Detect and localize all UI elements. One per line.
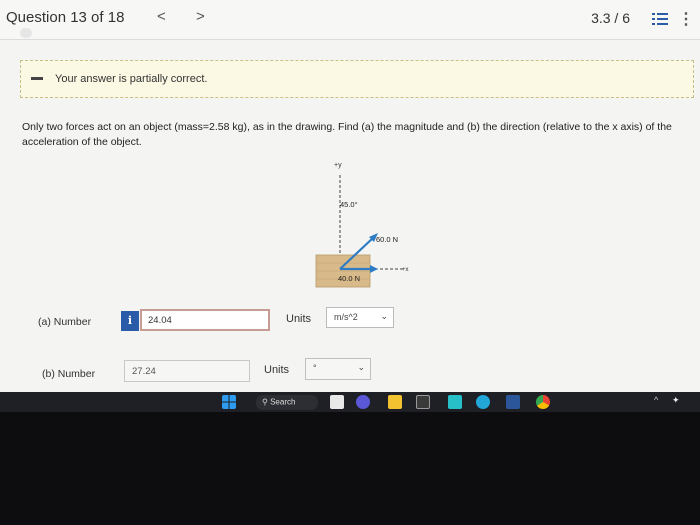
question-text: Only two forces act on an object (mass=2…	[22, 121, 672, 148]
part-b-units-value: °	[313, 363, 317, 373]
word-icon[interactable]	[506, 395, 520, 409]
video-icon[interactable]	[356, 395, 370, 409]
edge-icon[interactable]	[476, 395, 490, 409]
more-options-icon[interactable]: ⋮	[678, 9, 694, 29]
windows-icon[interactable]	[222, 395, 236, 409]
score-display: 3.3 / 6	[591, 10, 630, 26]
windows-taskbar: ⚲ Search ^ ✦	[0, 392, 700, 412]
feedback-text: Your answer is partially correct.	[55, 73, 208, 85]
file-explorer-icon[interactable]	[330, 395, 344, 409]
part-a-units-select[interactable]: m/s^2 ⌄	[326, 307, 394, 328]
chevron-down-icon: ⌄	[357, 362, 365, 372]
angle-label: 45.0°	[340, 200, 358, 209]
partial-correct-icon	[31, 77, 43, 80]
force-40n-label: 40.0 N	[338, 274, 360, 283]
tray-chevron-icon[interactable]: ^	[654, 395, 658, 405]
x-axis-label: +x	[402, 267, 409, 273]
part-b-label: (b) Number	[42, 368, 96, 380]
previous-question-button[interactable]: <	[157, 8, 166, 25]
question-list-icon[interactable]	[652, 12, 668, 26]
taskbar-search[interactable]: ⚲ Search	[256, 395, 318, 410]
part-a-units-value: m/s^2	[334, 312, 358, 322]
info-icon[interactable]: i	[121, 311, 139, 331]
search-label: Search	[270, 397, 296, 407]
part-b-units-select[interactable]: ° ⌄	[305, 358, 371, 380]
force-60n-label: 60.0 N	[376, 235, 398, 244]
store-icon[interactable]	[416, 395, 430, 409]
force-40n-arrowhead	[370, 265, 378, 273]
y-axis-label: +y	[334, 162, 342, 169]
chevron-down-icon: ⌄	[380, 311, 388, 321]
part-b-number-input[interactable]: 27.24	[124, 360, 250, 382]
tray-app-icon[interactable]: ✦	[672, 395, 680, 406]
question-header: Question 13 of 18 < > 3.3 / 6 ⋮	[0, 0, 700, 40]
force-diagram: +y +x 45.0° 60.0 N 40.0 N	[315, 162, 409, 288]
chrome-icon[interactable]	[536, 395, 550, 409]
folder-icon[interactable]	[388, 395, 402, 409]
feedback-banner: Your answer is partially correct.	[20, 60, 694, 98]
part-a-number-input[interactable]: 24.04	[140, 309, 270, 331]
browser-screen: Question 13 of 18 < > 3.3 / 6 ⋮ Your ans…	[0, 0, 700, 392]
app-icon[interactable]	[448, 395, 462, 409]
part-a-label: (a) Number	[38, 316, 92, 328]
part-a-units-label: Units	[286, 313, 312, 325]
question-title: Question 13 of 18	[6, 9, 125, 26]
search-icon: ⚲	[262, 397, 268, 407]
next-question-button[interactable]: >	[196, 8, 205, 25]
part-b-units-label: Units	[264, 364, 290, 376]
progress-dot	[20, 28, 32, 38]
